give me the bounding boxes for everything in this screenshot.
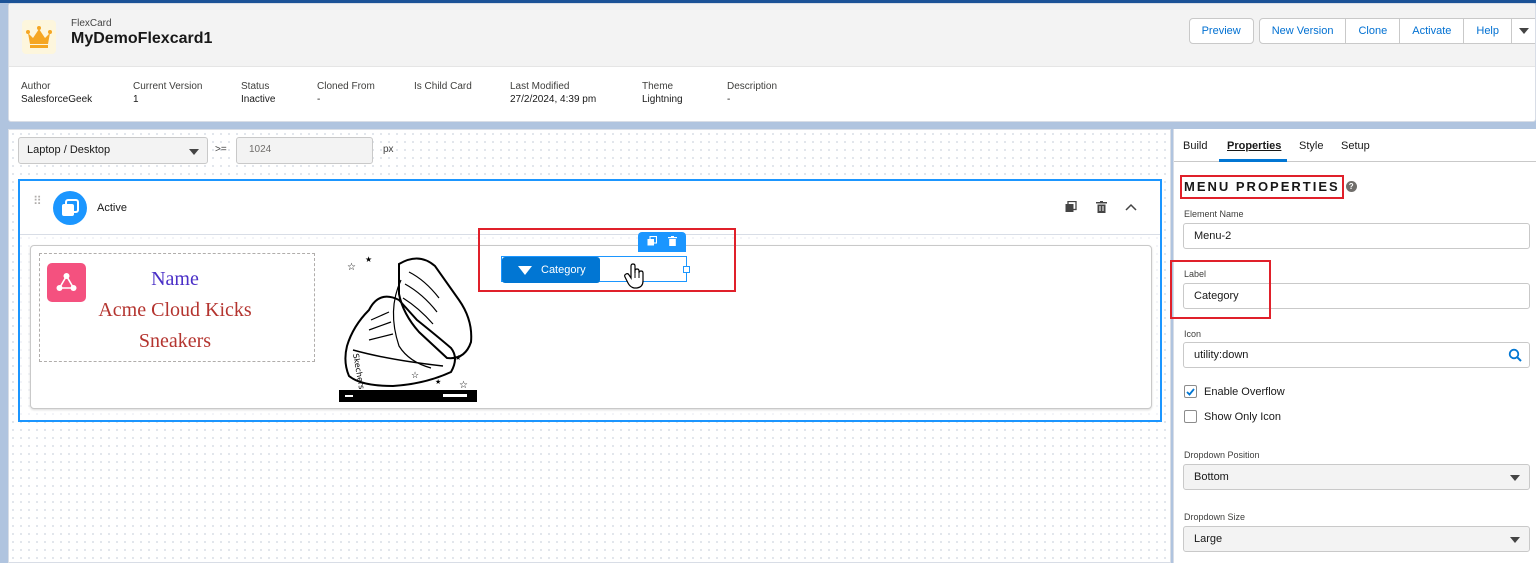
meta-current-version: Current Version 1 — [133, 81, 202, 105]
enable-overflow-checkbox[interactable]: Enable Overflow — [1184, 385, 1285, 398]
meta-label: Description — [727, 81, 778, 92]
svg-text:☆: ☆ — [347, 262, 356, 273]
field-value-line1: Acme Cloud Kicks — [98, 299, 252, 321]
checkbox-box[interactable] — [1184, 410, 1197, 423]
design-canvas: Laptop / Desktop >= 1024 px ⠿ Active Nam… — [8, 129, 1171, 563]
delete-icon[interactable] — [1092, 198, 1110, 216]
meta-label: Theme — [642, 81, 674, 92]
state-name: Active — [97, 202, 127, 214]
flexcard-state-icon — [53, 191, 87, 225]
highlight-box-label — [1170, 260, 1271, 319]
activate-button[interactable]: Activate — [1399, 18, 1465, 44]
help-button[interactable]: Help — [1463, 18, 1512, 44]
breakpoint-operator: >= — [215, 144, 227, 155]
meta-theme: Theme Lightning — [642, 81, 683, 105]
field-value-line2: Sneakers — [138, 330, 212, 352]
meta-value: 27/2/2024, 4:39 pm — [510, 94, 597, 105]
clone-button[interactable]: Clone — [1345, 18, 1401, 44]
meta-value: SalesforceGeek — [21, 94, 93, 105]
show-only-icon-checkbox[interactable]: Show Only Icon — [1184, 410, 1281, 423]
meta-is-child-card: Is Child Card — [414, 81, 472, 94]
svg-text:☆: ☆ — [411, 370, 419, 380]
svg-text:★: ★ — [365, 255, 372, 264]
tab-build[interactable]: Build — [1183, 140, 1207, 152]
dropdown-size-value: Large — [1194, 533, 1223, 545]
field-text: Name Acme Cloud Kicks Sneakers — [90, 264, 260, 357]
dropdown-position-label: Dropdown Position — [1184, 450, 1260, 460]
svg-text:★: ★ — [435, 378, 441, 386]
app-type-label: FlexCard — [71, 18, 112, 29]
meta-value: 1 — [133, 94, 139, 105]
meta-label: Author — [21, 81, 51, 92]
state-header: ⠿ Active — [20, 181, 1160, 235]
meta-label: Last Modified — [510, 81, 570, 92]
meta-value: Inactive — [241, 94, 276, 105]
meta-label: Cloned From — [317, 81, 375, 92]
card-name-title: MyDemoFlexcard1 — [71, 30, 213, 47]
unit-label: px — [383, 144, 394, 155]
tab-properties[interactable]: Properties — [1227, 140, 1281, 152]
svg-text:Skechers: Skechers — [351, 353, 366, 390]
chevron-up-icon[interactable] — [1122, 198, 1140, 216]
tab-setup[interactable]: Setup — [1341, 140, 1370, 152]
caret-down-icon — [1510, 537, 1520, 543]
meta-label: Is Child Card — [414, 81, 472, 92]
icon-input[interactable]: utility:down — [1183, 342, 1530, 368]
meta-status: Status Inactive — [241, 81, 275, 105]
breakpoint-width-input[interactable]: 1024 — [236, 137, 373, 164]
dropdown-size-select[interactable]: Large — [1183, 526, 1530, 552]
crown-icon — [22, 20, 56, 54]
element-name-input[interactable]: Menu-2 — [1183, 223, 1530, 249]
meta-value: - — [317, 94, 321, 105]
flexcard-header: FlexCard MyDemoFlexcard1 Preview New Ver… — [8, 3, 1536, 122]
header-button-group: Preview New Version Clone Activate Help — [1188, 18, 1535, 44]
meta-author: Author SalesforceGeek — [21, 81, 92, 105]
meta-description: Description - — [727, 81, 777, 105]
caret-down-icon — [189, 149, 199, 155]
title-bar: FlexCard MyDemoFlexcard1 Preview New Ver… — [9, 4, 1535, 67]
device-select-value: Laptop / Desktop — [27, 144, 111, 156]
meta-label: Status — [241, 81, 270, 92]
highlight-box-menu — [478, 228, 736, 292]
tab-style[interactable]: Style — [1299, 140, 1323, 152]
svg-text:☆: ☆ — [459, 380, 468, 391]
search-icon[interactable] — [1508, 348, 1522, 362]
meta-value: Lightning — [642, 94, 683, 105]
element-name-label: Element Name — [1184, 209, 1244, 219]
check-icon[interactable] — [1184, 385, 1197, 398]
drag-handle-icon[interactable]: ⠿ — [33, 195, 42, 207]
meta-label: Current Version — [133, 81, 203, 92]
device-select[interactable]: Laptop / Desktop — [18, 137, 208, 164]
meta-cloned-from: Cloned From - — [317, 81, 375, 105]
meta-last-modified: Last Modified 27/2/2024, 4:39 pm — [510, 81, 596, 105]
meta-value: - — [727, 94, 731, 105]
card-state-container[interactable]: ⠿ Active Name Acme Cloud Kicks Sneakers … — [18, 179, 1162, 422]
caret-down-icon — [1518, 28, 1529, 34]
field-element[interactable]: Name Acme Cloud Kicks Sneakers — [39, 253, 315, 362]
new-version-button[interactable]: New Version — [1258, 18, 1347, 44]
panel-tabs: Build Properties Style Setup — [1174, 129, 1536, 162]
active-tab-indicator — [1219, 159, 1287, 162]
field-name: Name — [151, 268, 199, 290]
sneaker-image: Skechers ☆ ★ ☆ ★ ☆ ★ — [339, 255, 477, 402]
svg-text:★: ★ — [455, 354, 461, 362]
dropdown-size-label: Dropdown Size — [1184, 512, 1246, 522]
clone-icon[interactable] — [1062, 198, 1080, 216]
icon-input-value: utility:down — [1194, 349, 1249, 361]
properties-panel: Build Properties Style Setup MENU PROPER… — [1170, 129, 1536, 563]
help-icon[interactable]: ? — [1345, 181, 1357, 192]
relationship-icon — [47, 263, 86, 302]
dropdown-position-select[interactable]: Bottom — [1183, 464, 1530, 490]
enable-overflow-label: Enable Overflow — [1204, 385, 1285, 398]
icon-field-label: Icon — [1184, 329, 1202, 339]
preview-button[interactable]: Preview — [1188, 18, 1254, 44]
caret-down-icon — [1510, 475, 1520, 481]
more-actions-button[interactable] — [1511, 18, 1535, 44]
dropdown-position-value: Bottom — [1194, 471, 1229, 483]
show-only-icon-label: Show Only Icon — [1204, 410, 1282, 423]
highlight-box-title — [1180, 175, 1344, 199]
state-tools — [1062, 198, 1140, 216]
